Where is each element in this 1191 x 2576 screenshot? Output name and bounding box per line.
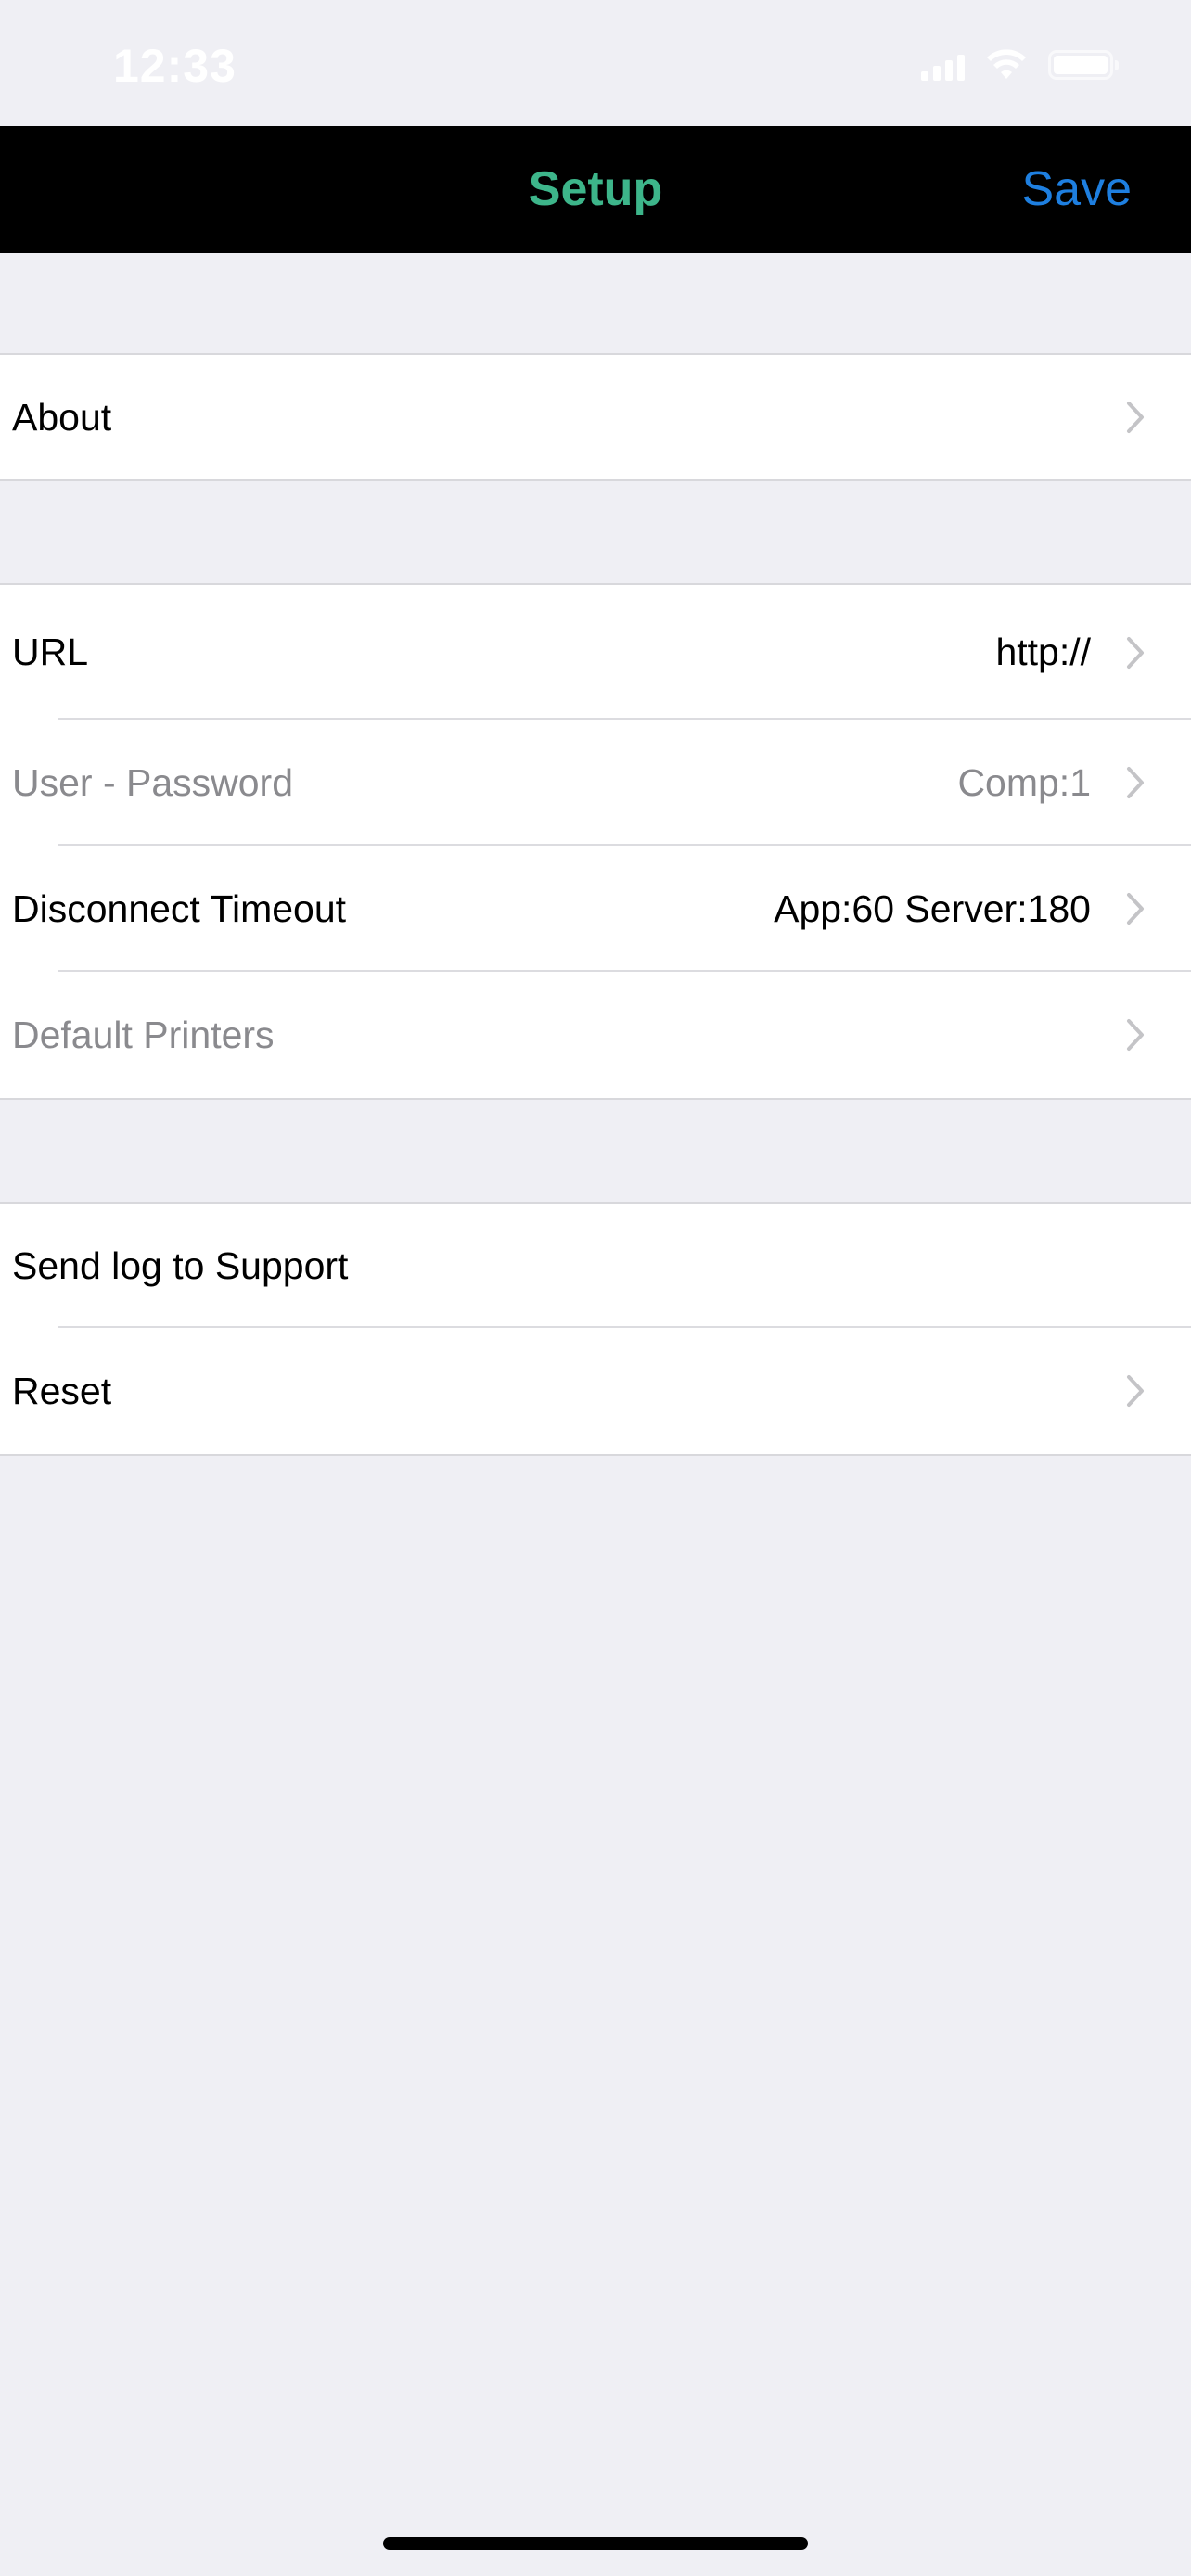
user-password-value: Comp:1 (957, 761, 1091, 804)
connection-section: URL http:// User - Password Comp:1 Disco… (0, 583, 1191, 1100)
chevron-right-icon (1127, 1019, 1144, 1051)
url-label: URL (12, 631, 89, 673)
chevron-right-icon (1127, 1375, 1144, 1407)
disconnect-timeout-label: Disconnect Timeout (12, 887, 347, 930)
url-value: http:// (995, 631, 1091, 673)
status-bar: 12:33 (0, 0, 1191, 126)
send-log-label: Send log to Support (12, 1244, 349, 1287)
chevron-right-icon (1127, 893, 1144, 925)
page-title: Setup (528, 162, 663, 216)
navigation-bar: Setup Save (0, 126, 1191, 253)
user-password-label: User - Password (12, 761, 294, 804)
reset-label: Reset (12, 1370, 112, 1412)
url-row[interactable]: URL http:// (0, 585, 1191, 720)
about-row[interactable]: About (0, 355, 1191, 479)
battery-icon (1048, 50, 1119, 80)
about-section: About (0, 353, 1191, 481)
chevron-right-icon (1127, 636, 1144, 669)
chevron-right-icon (1127, 767, 1144, 798)
reset-row[interactable]: Reset (0, 1328, 1191, 1454)
send-log-row[interactable]: Send log to Support (0, 1204, 1191, 1328)
status-icons (921, 46, 1119, 83)
user-password-row[interactable]: User - Password Comp:1 (0, 720, 1191, 846)
wifi-icon (985, 49, 1028, 81)
disconnect-timeout-row[interactable]: Disconnect Timeout App:60 Server:180 (0, 846, 1191, 972)
chevron-right-icon (1127, 402, 1144, 433)
about-label: About (12, 396, 112, 439)
status-time: 12:33 (113, 40, 237, 92)
disconnect-timeout-value: App:60 Server:180 (774, 887, 1091, 930)
default-printers-label: Default Printers (12, 1014, 275, 1056)
save-button[interactable]: Save (1021, 126, 1132, 253)
support-section: Send log to Support Reset (0, 1202, 1191, 1456)
default-printers-row[interactable]: Default Printers (0, 972, 1191, 1098)
signal-icon (921, 49, 965, 81)
home-indicator[interactable] (383, 2537, 808, 2550)
